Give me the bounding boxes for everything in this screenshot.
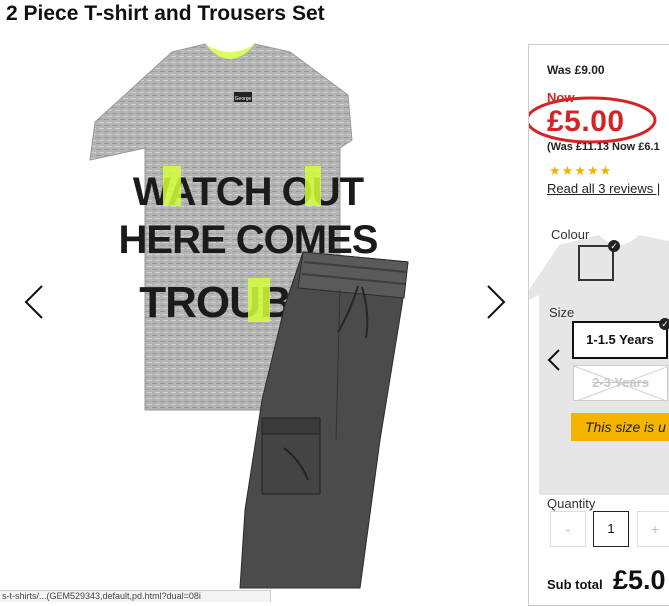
chevron-left-icon[interactable]: [24, 285, 43, 319]
product-image-gallery: George WATCH OUT HERE COMES TROUB: [0, 40, 526, 601]
product-image: George WATCH OUT HERE COMES TROUB: [24, 43, 506, 589]
size-option-1-1-5-years[interactable]: 1-1.5 Years: [572, 321, 668, 359]
colour-label: Colour: [551, 227, 590, 242]
size-label: Size: [549, 305, 575, 320]
quantity-increase-button[interactable]: +: [637, 511, 669, 547]
subtotal-value: £5.0: [613, 565, 666, 595]
chevron-right-icon[interactable]: [487, 285, 506, 319]
svg-text:George: George: [235, 96, 252, 102]
product-purchase-panel: Was £9.00 Now £5.00 (Was £11.13 Now £6.1…: [528, 44, 669, 606]
current-price: £5.00: [547, 105, 625, 138]
size-unavailable-notice: This size is u: [571, 413, 669, 441]
colour-swatch-grey[interactable]: [578, 245, 614, 281]
size-option-2-3-years[interactable]: 2-3 Years: [573, 365, 668, 401]
quantity-decrease-button[interactable]: -: [550, 511, 586, 547]
secondary-was-now-price: (Was £11.13 Now £6.1: [547, 141, 660, 153]
size-option-label: 2-3 Years: [592, 375, 649, 390]
was-price: Was £9.00: [547, 63, 605, 77]
rating-stars: ★★★★★: [549, 163, 613, 178]
quantity-input[interactable]: 1: [593, 511, 629, 547]
product-title: 2 Piece T-shirt and Trousers Set: [6, 2, 325, 25]
browser-status-bar-url: s-t-shirts/...(GEM529343,default,pd.html…: [0, 590, 271, 602]
check-icon: ✓: [659, 318, 669, 330]
subtotal-label: Sub total: [547, 577, 603, 592]
quantity-label: Quantity: [547, 496, 596, 511]
chevron-left-icon[interactable]: [547, 348, 561, 372]
check-icon: ✓: [608, 240, 620, 252]
read-reviews-link[interactable]: Read all 3 reviews |: [547, 181, 660, 196]
